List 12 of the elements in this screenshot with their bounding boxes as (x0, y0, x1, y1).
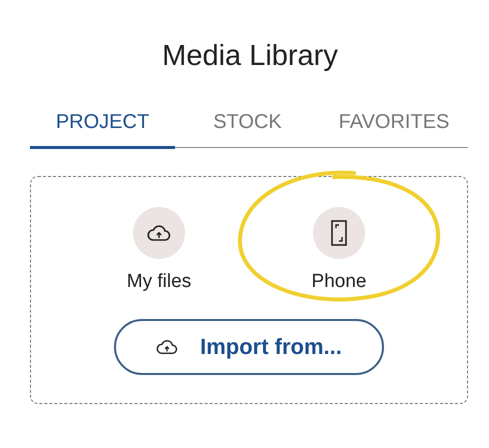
tab[interactable]: PROJECT (30, 111, 175, 149)
import-button[interactable]: Import from... (114, 319, 384, 375)
phone-icon[interactable] (313, 207, 365, 259)
tab[interactable]: STOCK (175, 111, 320, 149)
tab[interactable]: FAVORITES (320, 111, 468, 149)
upload-cloud-icon (156, 338, 178, 356)
source-item[interactable]: My files (104, 207, 214, 293)
panel-title: Media Library (161, 39, 339, 73)
source-label: Phone (312, 271, 366, 293)
source-label: My files (126, 271, 192, 293)
upload-cloud-icon[interactable] (133, 207, 185, 259)
source-item[interactable]: Phone (234, 167, 444, 307)
